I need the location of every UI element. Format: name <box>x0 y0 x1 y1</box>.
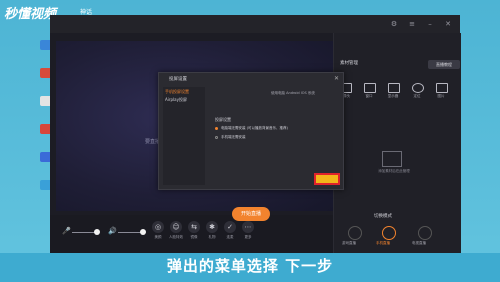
tool-label: 镜像 <box>190 235 198 239</box>
section-title: 投屏设置 <box>215 117 231 122</box>
beauty-icon[interactable]: ◎ <box>152 221 164 233</box>
radio-unselected[interactable] <box>215 136 218 139</box>
settings-icon[interactable]: ⚙ <box>390 20 398 28</box>
bottom-toolbar: 🎤 🔊 ◎ 美颜 ☺ 人脸特效 ⇆ 镜像 ✱ 礼物 ✓ 连麦 ⋯ 更多 <box>50 215 333 253</box>
option-phone[interactable]: 手机端无需安装 <box>221 135 246 140</box>
microphone-icon[interactable]: 🎤 <box>62 227 71 235</box>
dialog-title: 投屏设置 <box>169 77 187 82</box>
tool-label: 美颜 <box>154 235 162 239</box>
dialog-menu: 手机投屏设置 Airplay投屏 <box>163 87 205 185</box>
mode-label: 游戏直播 <box>342 241 356 245</box>
gift-icon[interactable]: ✱ <box>206 221 218 233</box>
source-label: 定位 <box>413 94 421 98</box>
mirror-icon[interactable]: ⇆ <box>188 221 200 233</box>
source-label: 显示器 <box>387 94 399 98</box>
next-step-button[interactable] <box>314 173 340 185</box>
go-live-button[interactable]: 开始直播 <box>232 207 270 221</box>
menu-item-phone-cast[interactable]: 手机投屏设置 <box>165 89 189 95</box>
tool-label: 礼物 <box>208 235 216 239</box>
mode-label: 电视直播 <box>412 241 426 245</box>
game-mode-icon[interactable] <box>348 226 362 240</box>
os-note: 使用电脑 Android IOS 系统 <box>271 91 315 95</box>
close-icon[interactable]: ✕ <box>444 20 452 28</box>
image-icon[interactable] <box>436 83 448 93</box>
tool-label: 人脸特效 <box>169 235 183 239</box>
tab-material[interactable]: 素材管理 <box>340 60 358 66</box>
mode-title: 切换模式 <box>374 214 392 219</box>
mic-volume-knob[interactable] <box>94 229 100 235</box>
screen-icon[interactable] <box>388 83 400 93</box>
help-button[interactable]: 直播教程 <box>428 60 460 69</box>
video-caption: 弹出的菜单选择 下一步 <box>166 257 334 275</box>
source-label: 窗口 <box>365 94 373 98</box>
mode-label: 手机直播 <box>376 241 390 245</box>
option-pc[interactable]: 电脑端无需安装 (可以播放背景音乐、推荐) <box>221 126 288 131</box>
speaker-volume-knob[interactable] <box>140 229 146 235</box>
location-icon[interactable] <box>412 83 424 93</box>
tool-label: 更多 <box>244 235 252 239</box>
close-icon[interactable]: ✕ <box>334 75 339 82</box>
menu-icon[interactable]: ≡ <box>408 20 416 28</box>
empty-hint: 添加素材后在此管理 <box>378 169 410 173</box>
tv-mode-icon[interactable] <box>418 226 432 240</box>
window-icon[interactable] <box>364 83 376 93</box>
speaker-icon[interactable]: 🔊 <box>108 227 117 235</box>
pk-icon[interactable]: ✓ <box>224 221 236 233</box>
filter-icon[interactable]: ☺ <box>170 221 182 233</box>
phone-mode-icon[interactable] <box>382 226 396 240</box>
radio-selected[interactable] <box>215 127 218 130</box>
source-label: 图片 <box>437 94 445 98</box>
more-icon[interactable]: ⋯ <box>242 221 254 233</box>
watermark-logo: 秒懂视频 <box>4 7 57 22</box>
minimize-icon[interactable]: – <box>426 20 434 28</box>
tool-label: 连麦 <box>226 235 234 239</box>
menu-item-airplay[interactable]: Airplay投屏 <box>165 97 187 103</box>
side-panel: 素材管理 直播教程 摄像头 窗口 显示器 定位 图片 添加素材后在此管理 切换模… <box>333 33 461 253</box>
empty-state-icon <box>382 151 402 167</box>
title-bar: ⚙ ≡ – ✕ <box>50 15 460 33</box>
